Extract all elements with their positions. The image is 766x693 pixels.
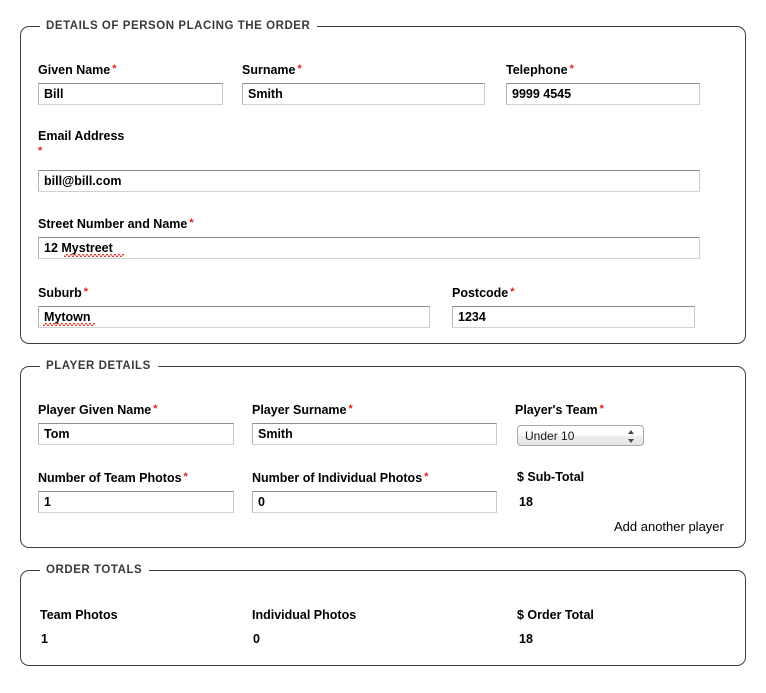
required-asterisk-player-given-name: * <box>153 403 158 415</box>
label-sub-total: $ Sub-Total <box>517 470 584 485</box>
label-player-given-name-text: Player Given Name <box>38 403 152 417</box>
value-total-team-photos: 1 <box>41 632 48 646</box>
label-suburb: Suburb * <box>38 285 88 301</box>
label-postcode-text: Postcode <box>452 286 509 300</box>
required-asterisk-team-photos: * <box>183 471 188 483</box>
panel-legend-player-details: PLAYER DETAILS <box>40 359 158 373</box>
label-players-team-text: Player's Team <box>515 403 598 417</box>
required-asterisk-street: * <box>189 217 194 229</box>
input-street-number-and-name[interactable] <box>38 237 700 259</box>
label-order-total-text: $ Order Total <box>517 608 594 622</box>
label-given-name: Given Name * <box>38 62 117 78</box>
required-asterisk-surname: * <box>297 63 302 75</box>
stepper-arrows-icon <box>628 430 635 443</box>
input-player-given-name[interactable] <box>38 423 234 445</box>
label-given-name-text: Given Name <box>38 63 111 77</box>
required-asterisk-telephone: * <box>569 63 574 75</box>
label-order-total: $ Order Total <box>517 608 594 623</box>
label-players-team: Player's Team * <box>515 402 604 418</box>
required-asterisk-individual-photos: * <box>424 471 429 483</box>
input-number-of-team-photos[interactable] <box>38 491 234 513</box>
label-total-team-photos-text: Team Photos <box>40 608 118 622</box>
value-order-total: 18 <box>519 632 533 646</box>
label-player-surname-text: Player Surname <box>252 403 347 417</box>
required-asterisk-given-name: * <box>112 63 117 75</box>
required-asterisk-email-address: * <box>38 145 43 157</box>
panel-legend-order-totals: ORDER TOTALS <box>40 563 150 577</box>
label-sub-total-text: $ Sub-Total <box>517 470 585 484</box>
label-player-given-name: Player Given Name * <box>38 402 158 418</box>
select-players-team-value: Under 10 <box>525 429 575 443</box>
required-asterisk-postcode: * <box>510 286 515 298</box>
input-player-surname[interactable] <box>252 423 497 445</box>
label-player-surname: Player Surname * <box>252 402 353 418</box>
label-number-of-individual-photos: Number of Individual Photos * <box>252 470 428 486</box>
label-total-individual-photos: Individual Photos <box>252 608 356 623</box>
required-asterisk-players-team: * <box>599 403 604 415</box>
label-number-of-individual-photos-text: Number of Individual Photos <box>252 471 423 485</box>
label-telephone: Telephone * <box>506 62 574 78</box>
add-another-player-link[interactable]: Add another player <box>614 519 724 535</box>
value-sub-total: 18 <box>519 495 533 509</box>
label-email-address-text: Email Address <box>38 129 125 143</box>
label-surname-text: Surname <box>242 63 296 77</box>
input-number-of-individual-photos[interactable] <box>252 491 497 513</box>
label-email-address: Email Address * <box>38 129 124 159</box>
panel-order-totals: ORDER TOTALS <box>20 563 746 666</box>
label-total-team-photos: Team Photos <box>40 608 118 623</box>
required-asterisk-suburb: * <box>83 286 89 298</box>
select-players-team[interactable]: Under 10 <box>517 425 644 446</box>
value-total-individual-photos: 0 <box>253 632 260 646</box>
label-suburb-text: Suburb <box>38 286 82 300</box>
required-asterisk-player-surname: * <box>348 403 353 415</box>
label-street-number-and-name: Street Number and Name * <box>38 216 194 232</box>
input-email-address[interactable] <box>38 170 700 192</box>
input-telephone[interactable] <box>506 83 700 105</box>
label-telephone-text: Telephone <box>506 63 568 77</box>
label-number-of-team-photos-text: Number of Team Photos <box>38 471 182 485</box>
label-postcode: Postcode * <box>452 285 515 301</box>
input-surname[interactable] <box>242 83 485 105</box>
label-total-individual-photos-text: Individual Photos <box>252 608 357 622</box>
label-surname: Surname * <box>242 62 302 78</box>
order-form-page: DETAILS OF PERSON PLACING THE ORDER Give… <box>0 0 766 693</box>
input-suburb[interactable] <box>38 306 430 328</box>
panel-legend-order-person-details: DETAILS OF PERSON PLACING THE ORDER <box>40 19 318 33</box>
label-number-of-team-photos: Number of Team Photos * <box>38 470 188 486</box>
input-postcode[interactable] <box>452 306 695 328</box>
input-given-name[interactable] <box>38 83 223 105</box>
label-street-number-and-name-text: Street Number and Name <box>38 217 188 231</box>
